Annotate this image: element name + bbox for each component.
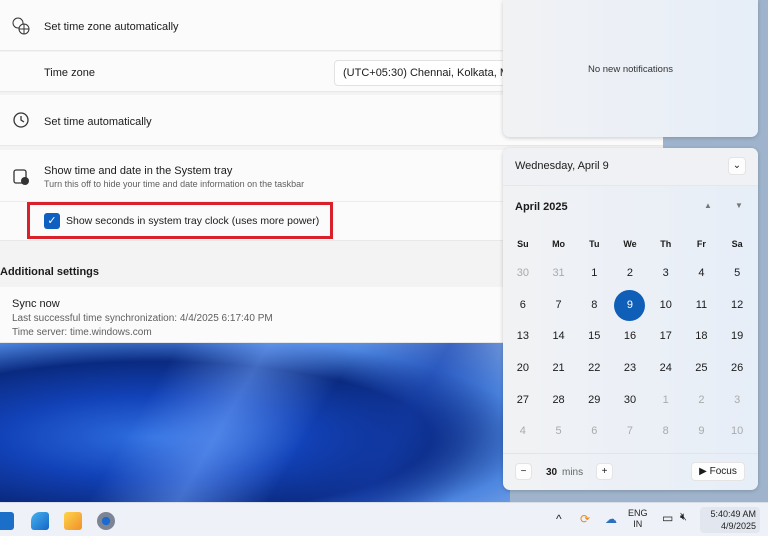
desktop-wallpaper: [0, 340, 510, 502]
calendar-day[interactable]: 1: [648, 385, 684, 417]
calendar-day[interactable]: 22: [576, 353, 612, 385]
weekday-header: Su: [517, 239, 529, 249]
focus-button[interactable]: ▶ Focus: [691, 462, 745, 481]
calendar-day[interactable]: 23: [612, 353, 648, 385]
onedrive-info-icon[interactable]: ☁: [605, 512, 617, 526]
set-time-auto-label: Set time automatically: [44, 116, 152, 128]
calendar-day[interactable]: 28: [541, 385, 577, 417]
calendar-day[interactable]: 6: [505, 290, 541, 322]
calendar-day[interactable]: 2: [612, 258, 648, 290]
people-app-icon[interactable]: [31, 512, 49, 530]
show-tray-desc: Turn this off to hide your time and date…: [44, 179, 305, 189]
prev-month-arrow-icon[interactable]: ▲: [704, 201, 712, 210]
weekday-header: We: [623, 239, 637, 249]
calendar-day[interactable]: 8: [648, 416, 684, 448]
no-notifications-text: No new notifications: [587, 64, 674, 75]
calendar-day[interactable]: 15: [576, 321, 612, 353]
calendar-day[interactable]: 9: [684, 416, 720, 448]
calendar-day[interactable]: 10: [648, 290, 684, 322]
highlight-box: [27, 202, 333, 239]
calendar-day[interactable]: 7: [612, 416, 648, 448]
calendar-day[interactable]: 26: [719, 353, 755, 385]
sync-server-text: Time server: time.windows.com: [12, 327, 152, 338]
calendar-day[interactable]: 25: [684, 353, 720, 385]
calendar-day[interactable]: 16: [612, 321, 648, 353]
focus-label: Focus: [709, 466, 737, 477]
globe-clock-icon: [12, 17, 30, 35]
taskbar: ^ ⟳ ☁ ENG IN ▭ 🔇︎ 5:40:49 AM 4/9/2025: [0, 502, 768, 536]
store-icon[interactable]: [0, 512, 14, 530]
file-app-icon[interactable]: [64, 512, 82, 530]
clock-button[interactable]: 5:40:49 AM 4/9/2025: [700, 507, 760, 533]
show-tray-title: Show time and date in the System tray: [44, 165, 233, 177]
language-indicator[interactable]: ENG IN: [628, 508, 648, 530]
calendar-day[interactable]: 21: [541, 353, 577, 385]
calendar-day[interactable]: 8: [576, 290, 612, 322]
decrease-focus-button[interactable]: −: [515, 463, 532, 480]
calendar-day[interactable]: 3: [719, 385, 755, 417]
calendar-day[interactable]: 20: [505, 353, 541, 385]
settings-gear-icon[interactable]: [97, 512, 115, 530]
calendar-day[interactable]: 29: [576, 385, 612, 417]
weekday-header: Tu: [589, 239, 600, 249]
volume-muted-icon[interactable]: 🔇︎: [680, 511, 687, 524]
chevron-up-icon[interactable]: ^: [556, 512, 562, 526]
clock-icon: [13, 112, 29, 128]
calendar-month-label: April 2025: [515, 201, 568, 213]
calendar-day[interactable]: 5: [541, 416, 577, 448]
calendar-day[interactable]: 18: [684, 321, 720, 353]
sync-now-title: Sync now: [12, 298, 60, 310]
calendar-date-header: Wednesday, April 9: [515, 160, 609, 172]
notification-center: No new notifications: [503, 0, 758, 137]
calendar-day[interactable]: 17: [648, 321, 684, 353]
time-zone-label: Time zone: [44, 67, 95, 79]
additional-settings-header: Additional settings: [0, 266, 99, 278]
focus-unit: mins: [562, 467, 584, 478]
calendar-day[interactable]: 11: [684, 290, 720, 322]
tray-time: 5:40:49 AM: [710, 509, 756, 519]
focus-minutes: 30: [546, 467, 558, 478]
calendar-day[interactable]: 30: [505, 258, 541, 290]
calendar-day[interactable]: 4: [505, 416, 541, 448]
calendar-day[interactable]: 5: [719, 258, 755, 290]
lang-eng: ENG: [628, 508, 648, 518]
calendar-grid: Su Mo Tu We Th Fr Sa 30 31 1 2 3 4 5 6 7 8 9 10 11 12 13 14 15 1…: [505, 230, 755, 448]
calendar-day[interactable]: 12: [719, 290, 755, 322]
set-timezone-auto-label: Set time zone automatically: [44, 21, 179, 33]
calendar-day[interactable]: 13: [505, 321, 541, 353]
increase-focus-button[interactable]: +: [596, 463, 613, 480]
calendar-day[interactable]: 4: [684, 258, 720, 290]
play-icon: ▶: [699, 466, 707, 477]
weekday-header: Sa: [731, 239, 743, 249]
calendar-day[interactable]: 1: [576, 258, 612, 290]
calendar-day[interactable]: 10: [719, 416, 755, 448]
collapse-chevron-icon[interactable]: ⌄: [728, 157, 746, 175]
calendar-day[interactable]: 14: [541, 321, 577, 353]
calendar-day[interactable]: 30: [612, 385, 648, 417]
calendar-day[interactable]: 31: [541, 258, 577, 290]
weekday-header: Mo: [552, 239, 566, 249]
calendar-day[interactable]: 24: [648, 353, 684, 385]
calendar-day[interactable]: 19: [719, 321, 755, 353]
tray-date: 4/9/2025: [720, 521, 756, 531]
calendar-day[interactable]: 2: [684, 385, 720, 417]
next-month-arrow-icon[interactable]: ▼: [735, 201, 743, 210]
weekday-header: Th: [660, 239, 672, 249]
calendar-clock-icon: [13, 169, 29, 185]
calendar-day[interactable]: 3: [648, 258, 684, 290]
calendar-day-today[interactable]: 9: [612, 289, 648, 322]
sync-last-text: Last successful time synchronization: 4/…: [12, 313, 273, 324]
lang-in: IN: [633, 519, 643, 529]
calendar-day[interactable]: 7: [541, 290, 577, 322]
weekday-header: Fr: [696, 239, 706, 249]
network-icon[interactable]: ▭: [662, 511, 673, 525]
calendar-day[interactable]: 27: [505, 385, 541, 417]
calendar-day[interactable]: 6: [576, 416, 612, 448]
sync-icon[interactable]: ⟳: [580, 512, 590, 526]
